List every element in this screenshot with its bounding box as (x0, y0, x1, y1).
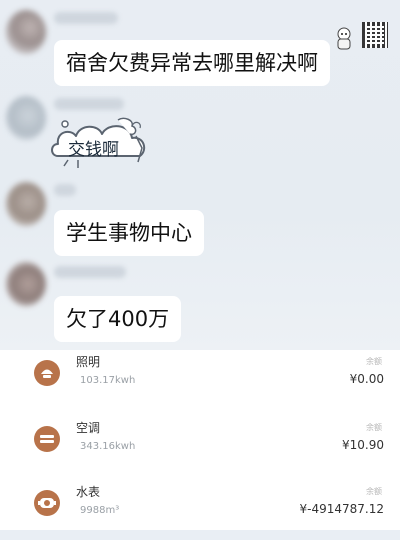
sender-name (54, 184, 76, 196)
message-bubble[interactable]: 欠了400万 (54, 296, 182, 342)
qr-code-icon (362, 22, 388, 48)
sticker-text: 交钱啊 (68, 140, 119, 160)
avatar[interactable] (6, 10, 46, 54)
avatar[interactable] (6, 96, 46, 140)
avatar[interactable] (6, 182, 46, 226)
bill-amount: ¥-4914787.12 (299, 502, 385, 516)
avatar[interactable] (6, 262, 46, 306)
balance-label: 余额 (366, 487, 382, 496)
bill-name: 水表 (76, 485, 101, 499)
bill-name: 空调 (76, 421, 101, 435)
chat-area: 宿舍欠费异常去哪里解决啊 交钱啊 学生事物中心 欠了400万 (0, 0, 400, 350)
water-meter-icon (34, 490, 60, 516)
message-bubble[interactable]: 宿舍欠费异常去哪里解决啊 (54, 40, 330, 86)
bill-amount: ¥10.90 (342, 438, 384, 452)
sender-name (54, 98, 124, 110)
bill-usage: 343.16kwh (80, 441, 136, 452)
sender-name (54, 12, 118, 24)
mascot-icon (337, 27, 351, 50)
balance-label: 余额 (366, 423, 382, 432)
utility-bill-list: 照明 103.17kwh 余额 ¥0.00 空调 343.16kwh 余额 ¥1… (0, 350, 400, 530)
bill-usage: 9988m³ (80, 505, 120, 516)
sticker-message[interactable]: 交钱啊 (48, 114, 152, 172)
message-bubble[interactable]: 学生事物中心 (54, 210, 204, 256)
bill-name: 照明 (76, 355, 101, 369)
bill-amount: ¥0.00 (349, 372, 384, 386)
air-conditioner-icon (34, 426, 60, 452)
bill-row-lighting[interactable]: 照明 103.17kwh 余额 ¥0.00 (0, 350, 400, 410)
watermark (328, 14, 388, 54)
lamp-icon (34, 360, 60, 386)
bill-row-water[interactable]: 水表 9988m³ 余额 ¥-4914787.12 (0, 480, 400, 540)
bill-usage: 103.17kwh (80, 375, 136, 386)
bill-row-air-conditioner[interactable]: 空调 343.16kwh 余额 ¥10.90 (0, 416, 400, 476)
balance-label: 余额 (366, 357, 382, 366)
sender-name (54, 266, 126, 278)
